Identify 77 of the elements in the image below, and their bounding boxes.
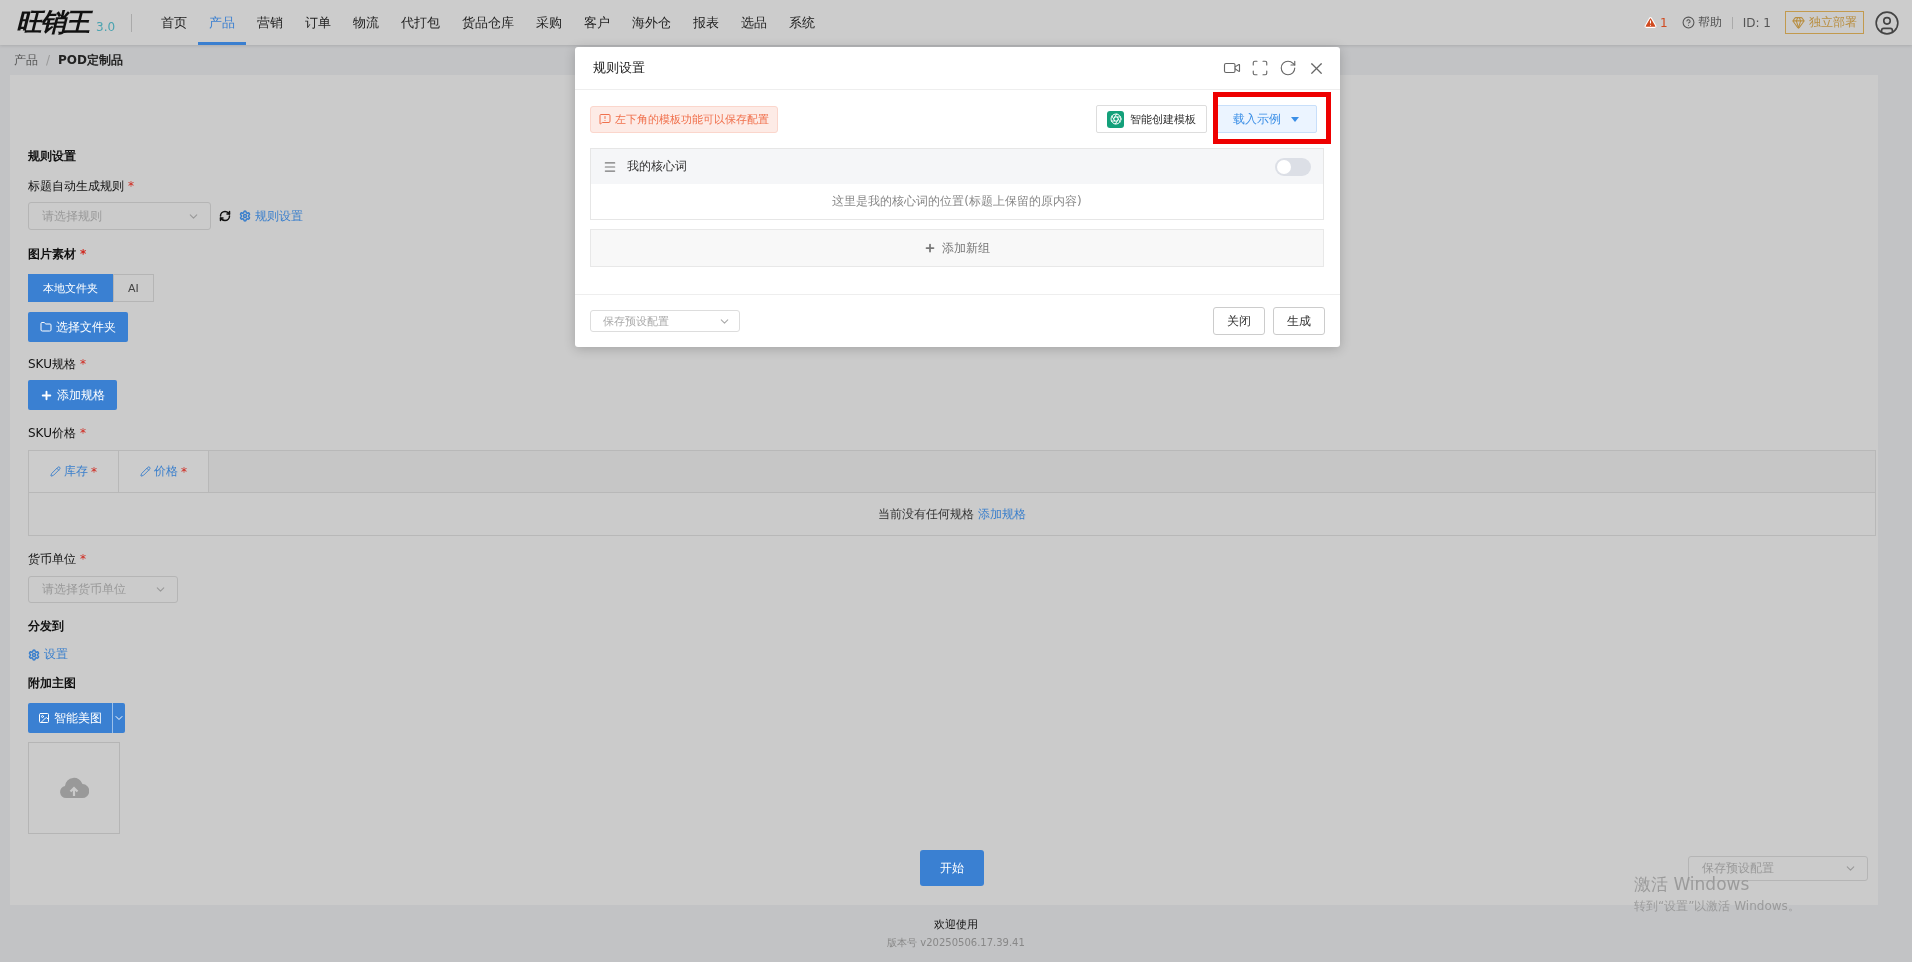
group-description: 这里是我的核心词的位置(标题上保留的原内容)	[831, 193, 1083, 210]
nav-tab[interactable]: 采购	[525, 0, 574, 45]
nav-tab[interactable]: 选品	[730, 0, 779, 45]
nav-tab[interactable]: 客户	[573, 0, 622, 45]
preset-select[interactable]: 保存预设配置	[590, 310, 740, 332]
breadcrumb-separator: /	[46, 53, 51, 67]
nav-tab[interactable]: 物流	[342, 0, 391, 45]
choose-folder-button[interactable]: 选择文件夹	[28, 312, 128, 342]
nav-tab[interactable]: 代打包	[390, 0, 452, 45]
field-label: 附加主图	[28, 674, 76, 692]
nav-tab[interactable]: 报表	[682, 0, 731, 45]
required-mark: *	[79, 357, 86, 371]
column-header[interactable]: 库存 *	[29, 451, 119, 492]
breadcrumb-item[interactable]: 产品	[14, 51, 38, 69]
ai-icon	[1107, 110, 1124, 128]
field-label: 标题自动生成规则	[28, 177, 124, 195]
field-label: SKU规格	[28, 355, 76, 373]
refresh-icon[interactable]	[219, 210, 231, 222]
required-mark: *	[80, 552, 86, 566]
drag-handle-icon[interactable]	[603, 159, 617, 174]
field-label: 图片素材	[28, 245, 76, 263]
user-id: ID: 1	[1742, 15, 1771, 30]
column-header[interactable]: 价格 *	[119, 451, 209, 492]
section-heading: 规则设置	[28, 147, 76, 165]
add-spec-button[interactable]: 添加规格	[28, 380, 117, 410]
caret-icon	[1291, 116, 1299, 122]
pencil-icon	[140, 466, 151, 477]
dialog-title: 规则设置	[593, 59, 646, 77]
group-name: 我的核心词	[627, 158, 688, 175]
source-tab[interactable]: 本地文件夹	[28, 274, 113, 302]
start-button[interactable]: 开始	[920, 850, 984, 886]
required-mark: *	[128, 179, 134, 193]
distribute-settings-link[interactable]: 设置	[28, 646, 68, 663]
nav-tab[interactable]: 系统	[778, 0, 827, 45]
close-button[interactable]: 关闭	[1213, 307, 1265, 335]
empty-message: 当前没有任何规格	[878, 505, 974, 523]
help-link[interactable]: 帮助	[1681, 14, 1722, 31]
add-group-button[interactable]: 添加新组	[590, 229, 1324, 267]
gear-icon	[28, 648, 40, 661]
warning-icon	[1644, 16, 1658, 29]
nav-tab[interactable]: 海外仓	[621, 0, 683, 45]
required-mark: *	[79, 426, 86, 440]
plus-icon	[40, 388, 53, 402]
welcome-text: 欢迎使用	[934, 917, 978, 932]
version-label: 3.0	[96, 19, 116, 34]
image-icon	[38, 712, 50, 724]
alert-count[interactable]: 1	[1644, 15, 1668, 30]
warning-icon	[599, 113, 611, 125]
pencil-icon	[50, 466, 61, 477]
load-example-button[interactable]: 载入示例	[1215, 105, 1317, 133]
nav-tab[interactable]: 首页	[150, 0, 199, 45]
folder-icon	[40, 321, 52, 333]
nav-tab[interactable]: 营销	[246, 0, 295, 45]
nav-tab[interactable]: 产品	[198, 0, 247, 45]
group-toggle[interactable]	[1275, 157, 1311, 176]
plus-icon	[924, 242, 936, 254]
gear-icon	[239, 210, 251, 222]
avatar-icon[interactable]	[1874, 9, 1900, 36]
add-spec-link[interactable]: 添加规格	[978, 505, 1026, 523]
help-icon	[1681, 16, 1695, 29]
generate-button[interactable]: 生成	[1273, 307, 1325, 335]
fullscreen-icon[interactable]	[1251, 58, 1269, 77]
field-label: SKU价格	[28, 424, 76, 442]
nav-tab[interactable]: 订单	[294, 0, 343, 45]
gem-icon	[1792, 16, 1805, 29]
refresh-icon[interactable]	[1279, 58, 1297, 77]
tip-banner: 左下角的模板功能可以保存配置	[590, 105, 778, 133]
field-label: 分发到	[28, 617, 64, 635]
required-mark: *	[80, 247, 87, 261]
rule-settings-link[interactable]: 规则设置	[239, 207, 303, 225]
ai-template-button[interactable]: 智能创建模板	[1096, 105, 1207, 133]
cloud-upload-icon	[59, 776, 89, 800]
breadcrumb-item[interactable]: POD定制品	[58, 51, 123, 69]
source-tab[interactable]: AI	[113, 274, 154, 302]
nav-tab[interactable]: 货品仓库	[451, 0, 526, 45]
beautify-button[interactable]: 智能美图	[28, 703, 113, 733]
field-label: 货币单位	[28, 550, 76, 568]
